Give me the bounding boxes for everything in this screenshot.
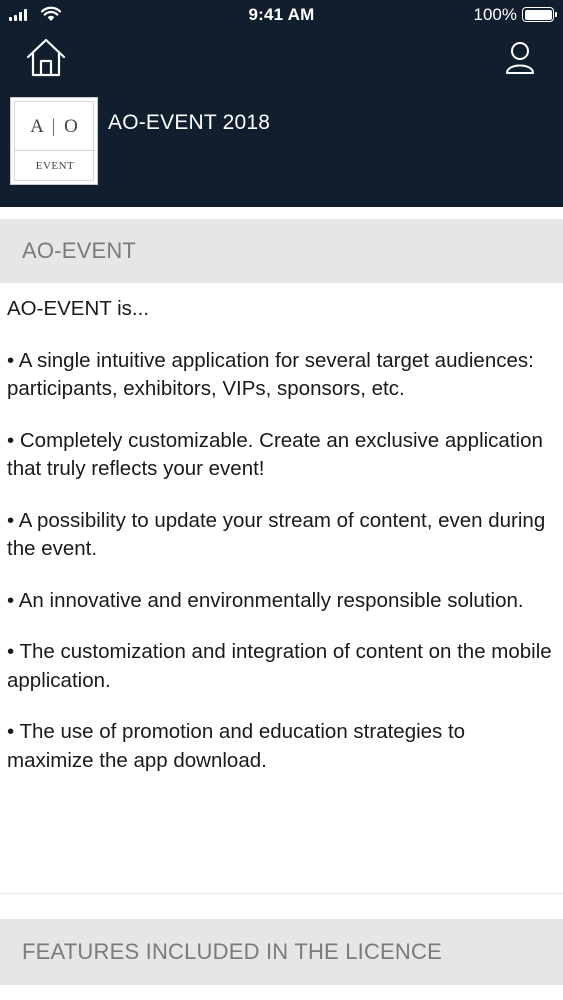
divider (0, 893, 563, 894)
battery-icon (522, 7, 557, 22)
section-header-ao-event[interactable]: AO-EVENT (0, 219, 563, 283)
bullet-item: • Completely customizable. Create an exc… (7, 428, 543, 481)
intro-text: AO-EVENT is... (7, 297, 150, 320)
user-icon (506, 42, 534, 74)
logo-word: EVENT (35, 160, 75, 172)
event-logo: A | O EVENT (10, 97, 98, 185)
event-header: A | O EVENT AO-EVENT 2018 (10, 97, 550, 187)
logo-monogram: A | O (30, 116, 80, 137)
profile-button[interactable] (503, 40, 537, 76)
app-screen: 9:41 AM 100% A | O EVENT AO-EVENT 2018 A… (0, 0, 563, 1000)
top-bar: 9:41 AM 100% A | O EVENT AO-EVENT 2018 (0, 0, 563, 207)
bullet-item: • An innovative and environmentally resp… (7, 588, 524, 612)
battery-percentage: 100% (473, 5, 517, 24)
bullet-item: • The use of promotion and education str… (7, 720, 466, 772)
status-bar: 9:41 AM 100% (0, 0, 563, 30)
home-icon (26, 38, 66, 77)
bullet-item: • The customization and integration of c… (7, 640, 552, 692)
section-header-features[interactable]: FEATURES INCLUDED IN THE LICENCE (0, 919, 563, 985)
event-title: AO-EVENT 2018 (108, 111, 271, 134)
section-content: AO-EVENT is... • A single intuitive appl… (7, 295, 555, 798)
bullet-item: • A possibility to update your stream of… (7, 508, 546, 561)
bullet-item: • A single intuitive application for sev… (7, 348, 534, 401)
home-button[interactable] (25, 36, 67, 78)
